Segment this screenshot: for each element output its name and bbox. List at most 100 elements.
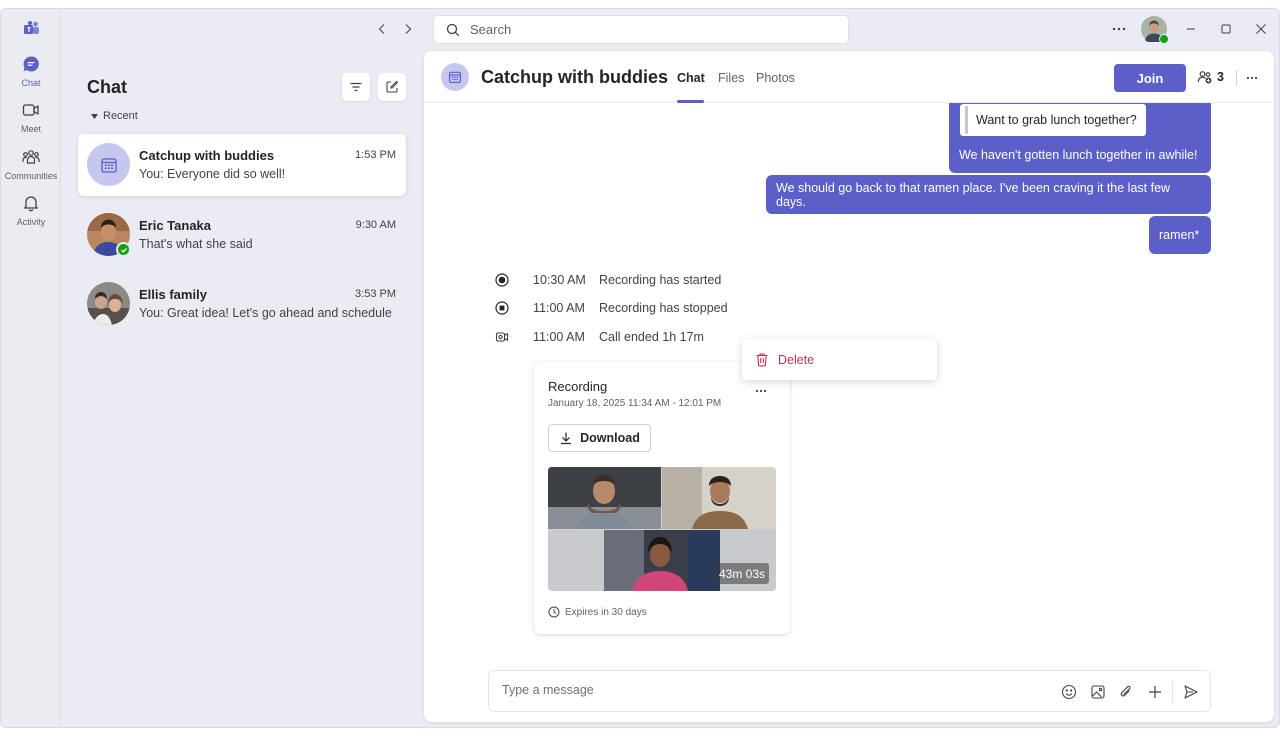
tab-chat[interactable]: Chat (677, 71, 705, 85)
chat-list-item[interactable]: Eric Tanaka 9:30 AM That's what she said (78, 204, 406, 266)
tab-files[interactable]: Files (718, 71, 744, 85)
chat-name: Eric Tanaka (139, 218, 212, 233)
recent-section-toggle[interactable]: Recent (91, 110, 138, 122)
new-chat-button[interactable] (378, 73, 406, 101)
delete-menu-item[interactable]: Delete (742, 339, 937, 380)
forward-button[interactable] (399, 20, 417, 38)
expiry-text: Expires in 30 days (565, 606, 647, 618)
recording-title: Recording (548, 379, 608, 394)
system-event-row: 11:00 AM Call ended 1h 17m (494, 328, 704, 346)
call-end-icon (494, 329, 510, 345)
more-icon (1246, 76, 1258, 80)
tab-photos[interactable]: Photos (756, 71, 795, 85)
more-icon (1112, 27, 1126, 31)
attach-button[interactable] (1116, 682, 1136, 702)
search-box[interactable] (433, 15, 849, 44)
filter-button[interactable] (342, 73, 370, 101)
event-text: Recording has stopped (599, 301, 728, 315)
recording-date: January 18, 2025 11:34 AM - 12:01 PM (548, 398, 722, 409)
event-time: 10:30 AM (533, 273, 586, 287)
record-icon (494, 272, 510, 288)
join-button[interactable]: Join (1114, 64, 1186, 92)
teams-window: Chat Meet Communities Activity Search Ch… (0, 8, 1280, 728)
message-text: ramen* (1159, 228, 1200, 242)
message-bubble[interactable]: ramen* (1149, 216, 1211, 254)
section-label: Recent (103, 110, 138, 122)
recording-card: Recording January 18, 2025 11:34 AM - 12… (534, 362, 790, 634)
send-icon (1184, 685, 1198, 699)
conversation-title: Catchup with buddies (481, 67, 668, 87)
conversation-pane: Catchup with buddies Chat Files Photos J… (424, 51, 1274, 722)
presence-available-icon (1159, 34, 1169, 44)
emoji-button[interactable] (1059, 682, 1079, 702)
user-avatar[interactable] (1141, 16, 1169, 44)
emoji-icon (1061, 684, 1077, 700)
titlebar (61, 9, 1279, 51)
back-button[interactable] (373, 20, 391, 38)
rail-item-chat[interactable]: Chat (1, 53, 61, 97)
avatar-photo (87, 282, 130, 325)
clock-icon (548, 606, 560, 618)
image-icon (1091, 685, 1105, 699)
event-time: 11:00 AM (533, 301, 585, 315)
message-bubble[interactable]: We should go back to that ramen place. I… (766, 175, 1211, 214)
more-options-button[interactable] (1109, 20, 1129, 38)
plus-icon (1149, 686, 1161, 698)
chevron-right-icon (405, 24, 412, 34)
system-event-row: 10:30 AM Recording has started (494, 271, 721, 289)
download-button[interactable]: Download (548, 424, 651, 452)
calendar-icon (448, 71, 462, 84)
bell-icon (20, 192, 42, 214)
header-divider (1236, 70, 1237, 86)
calendar-icon (100, 157, 117, 173)
chat-preview: You: Great idea! Let's go ahead and sche… (139, 306, 392, 320)
image-button[interactable] (1088, 682, 1108, 702)
send-button[interactable] (1181, 682, 1201, 702)
rail-label: Chat (21, 78, 41, 88)
download-label: Download (580, 431, 640, 445)
search-icon (446, 23, 460, 36)
presence-available-icon (116, 242, 131, 257)
more-icon (755, 389, 767, 393)
chat-time: 9:30 AM (355, 219, 396, 231)
recording-thumbnail[interactable]: 43m 03s (548, 467, 776, 591)
chat-preview: That's what she said (139, 237, 253, 251)
delete-label: Delete (778, 352, 815, 367)
close-icon (1256, 24, 1266, 34)
video-camera-icon (20, 99, 42, 121)
recording-more-button[interactable] (751, 384, 771, 398)
quoted-reply: Want to grab lunch together? (960, 104, 1146, 136)
caret-down-icon (91, 113, 98, 119)
conversation-header: Catchup with buddies Chat Files Photos J… (424, 51, 1274, 103)
chat-list-item[interactable]: Ellis family 3:53 PM You: Great idea! Le… (78, 273, 406, 335)
minimize-icon (1187, 28, 1195, 30)
recording-duration: 43m 03s (714, 563, 769, 584)
rail-label: Meet (20, 124, 41, 134)
close-button[interactable] (1251, 20, 1271, 38)
filter-icon (350, 82, 362, 92)
stop-icon (494, 300, 510, 316)
message-text: We haven't gotten lunch together in awhi… (959, 148, 1198, 162)
rail-item-meet[interactable]: Meet (1, 99, 61, 143)
paperclip-icon (1120, 685, 1131, 697)
chat-list-item[interactable]: Catchup with buddies 1:53 PM You: Everyo… (78, 134, 406, 196)
people-community-icon (20, 146, 42, 168)
app-rail: Chat Meet Communities Activity (1, 9, 61, 727)
conversation-more-button[interactable] (1242, 68, 1262, 88)
more-actions-button[interactable] (1145, 682, 1165, 702)
rail-item-communities[interactable]: Communities (1, 146, 61, 190)
group-avatar (441, 63, 469, 91)
search-input[interactable] (470, 22, 810, 37)
maximize-button[interactable] (1216, 20, 1236, 38)
message-input[interactable] (502, 683, 1022, 697)
participant-count: 3 (1217, 70, 1224, 84)
active-tab-indicator (677, 100, 704, 103)
compose-icon (386, 80, 399, 93)
minimize-button[interactable] (1181, 20, 1201, 38)
rail-label: Communities (4, 171, 58, 181)
rail-item-activity[interactable]: Activity (1, 192, 61, 236)
chevron-left-icon (378, 24, 385, 34)
quoted-text: Want to grab lunch together? (976, 113, 1137, 127)
chat-name: Catchup with buddies (139, 148, 275, 163)
participants-button[interactable]: 3 (1197, 69, 1224, 85)
